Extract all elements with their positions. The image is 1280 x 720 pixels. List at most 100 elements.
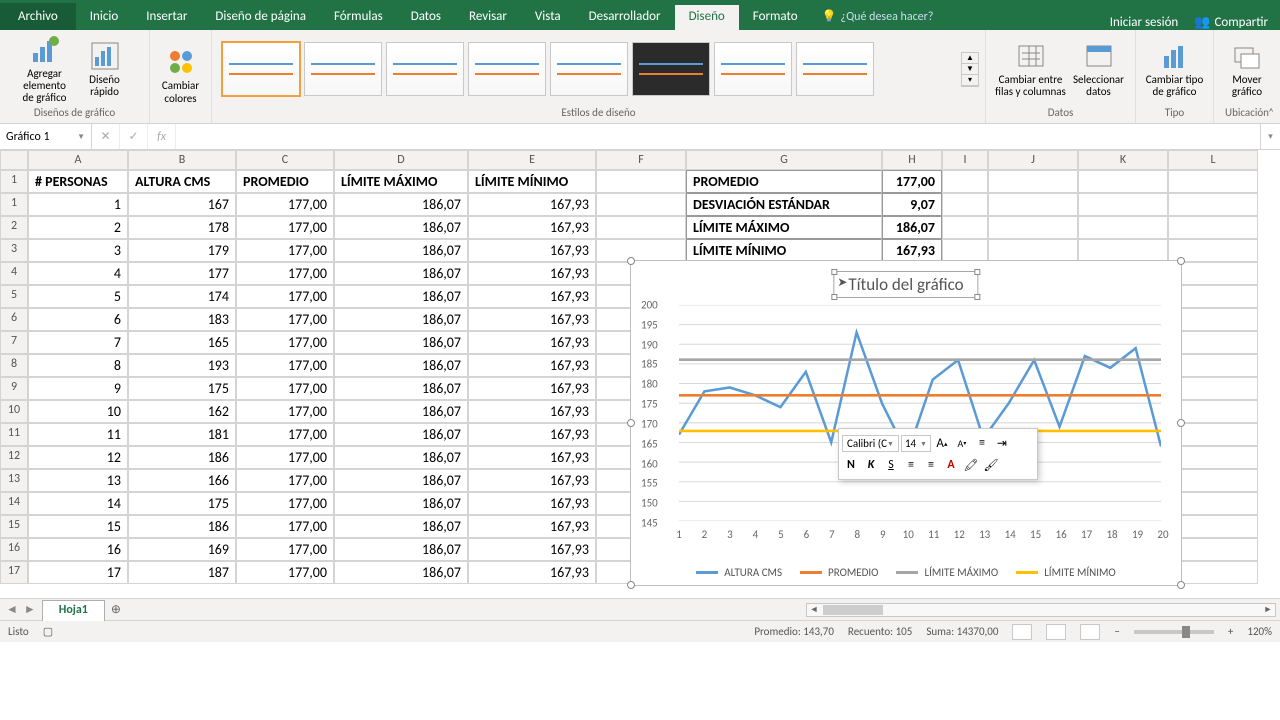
col-header[interactable]: C bbox=[236, 150, 334, 170]
col-header[interactable]: K bbox=[1078, 150, 1168, 170]
tell-me[interactable]: 💡¿Qué desea hacer? bbox=[812, 3, 944, 30]
align-right-button[interactable]: ≡ bbox=[922, 456, 940, 474]
select-data-button[interactable]: Seleccionar datos bbox=[1071, 40, 1127, 98]
cancel-formula-button[interactable]: ✕ bbox=[92, 124, 120, 149]
change-chart-type-button[interactable]: Cambiar tipo de gráfico bbox=[1140, 40, 1210, 98]
col-header[interactable]: H bbox=[882, 150, 942, 170]
ribbon: Agregar elemento de gráfico Diseño rápid… bbox=[0, 30, 1280, 124]
resize-handle[interactable] bbox=[627, 581, 635, 589]
chart-legend[interactable]: ALTURA CMS PROMEDIO LÍMITE MÁXIMO LÍMITE… bbox=[631, 566, 1181, 579]
gallery-down-icon[interactable]: ▼ bbox=[962, 64, 978, 75]
quick-layout-button[interactable]: Diseño rápido bbox=[77, 40, 133, 98]
col-header[interactable]: I bbox=[942, 150, 988, 170]
switch-row-col-button[interactable]: Cambiar entre filas y columnas bbox=[995, 40, 1067, 98]
move-chart-button[interactable]: Mover gráfico bbox=[1219, 40, 1275, 98]
format-painter-button[interactable]: 🖌 bbox=[982, 456, 1000, 474]
chart-style-4[interactable] bbox=[468, 42, 546, 96]
zoom-slider[interactable] bbox=[1134, 630, 1214, 634]
view-page-layout-button[interactable] bbox=[1046, 624, 1066, 640]
zoom-in-button[interactable]: + bbox=[1228, 625, 1233, 638]
formula-input[interactable] bbox=[176, 124, 1260, 149]
collapse-ribbon-icon[interactable]: ˄ bbox=[1268, 106, 1274, 119]
gallery-scroll[interactable]: ▲ ▼ ▾ bbox=[961, 52, 979, 87]
align-center-button[interactable]: ≡ bbox=[902, 456, 920, 474]
chart-style-1[interactable] bbox=[222, 42, 300, 96]
font-family-select[interactable]: Calibri (C▼ bbox=[842, 435, 899, 452]
fx-button[interactable]: fx bbox=[148, 124, 176, 149]
tab-formulas[interactable]: Fórmulas bbox=[320, 5, 397, 30]
resize-handle[interactable] bbox=[627, 419, 635, 427]
zoom-out-button[interactable]: − bbox=[1114, 625, 1119, 638]
col-header[interactable]: F bbox=[596, 150, 686, 170]
x-axis-tick: 15 bbox=[1030, 528, 1041, 541]
chart-style-5[interactable] bbox=[550, 42, 628, 96]
tab-insertar[interactable]: Insertar bbox=[132, 5, 201, 30]
font-color-button[interactable]: A bbox=[942, 456, 960, 474]
add-chart-element-button[interactable]: Agregar elemento de gráfico bbox=[17, 34, 73, 104]
view-page-break-button[interactable] bbox=[1080, 624, 1100, 640]
add-sheet-button[interactable]: ⊕ bbox=[105, 599, 127, 620]
chart-style-7[interactable] bbox=[714, 42, 792, 96]
resize-handle[interactable] bbox=[627, 257, 635, 265]
tab-inicio[interactable]: Inicio bbox=[76, 5, 132, 30]
share-button[interactable]: 👥Compartir bbox=[1194, 15, 1268, 30]
col-header[interactable]: A bbox=[28, 150, 128, 170]
expand-formula-bar[interactable]: ▾ bbox=[1260, 124, 1280, 149]
col-header[interactable]: G bbox=[686, 150, 882, 170]
fill-color-button[interactable]: 🖍 bbox=[962, 456, 980, 474]
tab-diseno-pagina[interactable]: Diseño de página bbox=[201, 5, 320, 30]
col-header[interactable]: E bbox=[468, 150, 596, 170]
col-header[interactable]: B bbox=[128, 150, 236, 170]
tab-file[interactable]: Archivo bbox=[0, 3, 76, 30]
chart-style-8[interactable] bbox=[796, 42, 874, 96]
decrease-font-button[interactable]: A▾ bbox=[953, 434, 971, 452]
chart-title[interactable]: ➤ Título del gráfico bbox=[833, 271, 978, 298]
status-sum: Suma: 14370,00 bbox=[926, 625, 998, 638]
tab-revisar[interactable]: Revisar bbox=[455, 5, 521, 30]
tab-desarrollador[interactable]: Desarrollador bbox=[575, 5, 675, 30]
sign-in-button[interactable]: Iniciar sesión bbox=[1110, 15, 1179, 30]
indent-button[interactable]: ⇥ bbox=[993, 434, 1011, 452]
align-left-button[interactable]: ≡ bbox=[973, 434, 991, 452]
resize-handle[interactable] bbox=[1177, 419, 1185, 427]
worksheet-grid[interactable]: ABCDEFGHIJKL1# PERSONASALTURA CMSPROMEDI… bbox=[0, 150, 1280, 598]
sheet-nav-next-icon[interactable]: ► bbox=[24, 602, 36, 617]
chart-style-6[interactable] bbox=[632, 42, 710, 96]
x-axis-tick: 3 bbox=[727, 528, 733, 541]
bold-button[interactable]: N bbox=[842, 456, 860, 474]
x-axis-tick: 14 bbox=[1005, 528, 1016, 541]
col-header[interactable]: J bbox=[988, 150, 1078, 170]
sheet-tab-hoja1[interactable]: Hoja1 bbox=[42, 600, 105, 621]
accept-formula-button[interactable]: ✓ bbox=[120, 124, 148, 149]
tab-formato[interactable]: Formato bbox=[739, 5, 812, 30]
change-colors-button[interactable]: Cambiar colores bbox=[153, 46, 209, 104]
cursor-icon: ➤ bbox=[837, 275, 847, 290]
horizontal-scrollbar[interactable]: ◄► bbox=[806, 603, 1276, 617]
sheet-nav-prev-icon[interactable]: ◄ bbox=[6, 602, 18, 617]
tab-vista[interactable]: Vista bbox=[521, 5, 575, 30]
col-header[interactable]: L bbox=[1168, 150, 1258, 170]
mini-format-toolbar[interactable]: Calibri (C▼ 14▼ A▴ A▾ ≡ ⇥ N K S ≡ ≡ A 🖍 … bbox=[838, 428, 1038, 480]
underline-button[interactable]: S bbox=[882, 456, 900, 474]
tab-datos[interactable]: Datos bbox=[397, 5, 455, 30]
group-label-tipo: Tipo bbox=[1165, 104, 1184, 119]
resize-handle[interactable] bbox=[1177, 581, 1185, 589]
tab-diseno[interactable]: Diseño bbox=[675, 5, 739, 30]
resize-handle[interactable] bbox=[1177, 257, 1185, 265]
italic-button[interactable]: K bbox=[862, 456, 880, 474]
col-header[interactable]: D bbox=[334, 150, 468, 170]
font-size-select[interactable]: 14▼ bbox=[901, 435, 931, 452]
chart-style-3[interactable] bbox=[386, 42, 464, 96]
chart-plot-area[interactable] bbox=[679, 305, 1161, 521]
gallery-up-icon[interactable]: ▲ bbox=[962, 53, 978, 64]
increase-font-button[interactable]: A▴ bbox=[933, 434, 951, 452]
chart-style-2[interactable] bbox=[304, 42, 382, 96]
view-normal-button[interactable] bbox=[1012, 624, 1032, 640]
name-box[interactable]: Gráfico 1▼ bbox=[0, 124, 92, 149]
share-icon: 👥 bbox=[1194, 15, 1210, 30]
chart-object[interactable]: ➤ Título del gráfico ALTURA CMS PROMEDIO… bbox=[630, 260, 1182, 586]
x-axis-tick: 18 bbox=[1106, 528, 1117, 541]
gallery-more-icon[interactable]: ▾ bbox=[962, 75, 978, 86]
zoom-level[interactable]: 120% bbox=[1247, 625, 1272, 638]
macro-record-icon[interactable]: ▢ bbox=[43, 625, 53, 638]
